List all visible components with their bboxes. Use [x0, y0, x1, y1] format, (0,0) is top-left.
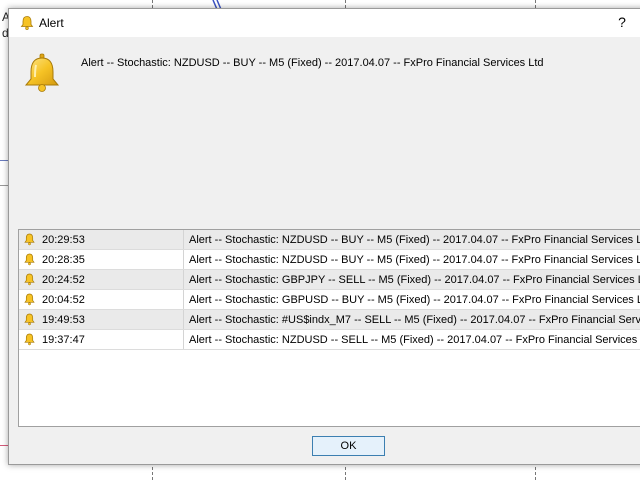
bell-icon: [24, 293, 35, 306]
alert-row-message: Alert -- Stochastic: NZDUSD -- BUY -- M5…: [189, 254, 640, 266]
column-divider: [183, 310, 184, 330]
bell-icon: [24, 53, 60, 92]
alert-row-message: Alert -- Stochastic: GBPUSD -- BUY -- M5…: [189, 294, 640, 306]
row-divider: [19, 349, 640, 350]
alert-time: 20:28:35: [42, 254, 85, 266]
column-divider: [183, 270, 184, 290]
alert-row[interactable]: 20:24:52 Alert -- Stochastic: GBPJPY -- S…: [19, 270, 640, 290]
bell-icon: [24, 253, 35, 266]
dialog-title: Alert: [39, 16, 64, 30]
alert-time: 20:04:52: [42, 294, 85, 306]
alert-row[interactable]: 19:37:47 Alert -- Stochastic: NZDUSD -- S…: [19, 330, 640, 350]
bell-icon: [24, 313, 35, 326]
ok-button[interactable]: OK: [312, 436, 385, 456]
alert-row[interactable]: 19:49:53 Alert -- Stochastic: #US$indx_M7…: [19, 310, 640, 330]
title-bar[interactable]: Alert ?: [9, 9, 640, 37]
bell-icon: [24, 233, 35, 246]
column-divider: [183, 250, 184, 270]
alert-time: 20:24:52: [42, 274, 85, 286]
alert-time: 19:49:53: [42, 314, 85, 326]
alert-row[interactable]: 20:29:53 Alert -- Stochastic: NZDUSD -- B…: [19, 230, 640, 250]
alert-row[interactable]: 20:28:35 Alert -- Stochastic: NZDUSD -- B…: [19, 250, 640, 270]
alert-history-list[interactable]: 20:29:53 Alert -- Stochastic: NZDUSD -- B…: [18, 229, 640, 427]
help-button[interactable]: ?: [614, 14, 630, 30]
bell-icon: [20, 16, 34, 30]
alert-row-message: Alert -- Stochastic: NZDUSD -- SELL -- M…: [189, 334, 640, 346]
alert-time: 19:37:47: [42, 334, 85, 346]
column-divider: [183, 230, 184, 250]
alert-dialog: Alert ? Alert -- Stochastic: NZDUSD -- B…: [8, 8, 640, 465]
alert-row-message: Alert -- Stochastic: #US$indx_M7 -- SELL…: [189, 314, 640, 326]
bell-icon: [24, 273, 35, 286]
bell-icon: [24, 333, 35, 346]
alert-row-message: Alert -- Stochastic: GBPJPY -- SELL -- M…: [189, 274, 640, 286]
column-divider: [183, 330, 184, 350]
alert-row[interactable]: 20:04:52 Alert -- Stochastic: GBPUSD -- B…: [19, 290, 640, 310]
alert-time: 20:29:53: [42, 234, 85, 246]
alert-row-message: Alert -- Stochastic: NZDUSD -- BUY -- M5…: [189, 234, 640, 246]
column-divider: [183, 290, 184, 310]
alert-message: Alert -- Stochastic: NZDUSD -- BUY -- M5…: [81, 57, 544, 69]
